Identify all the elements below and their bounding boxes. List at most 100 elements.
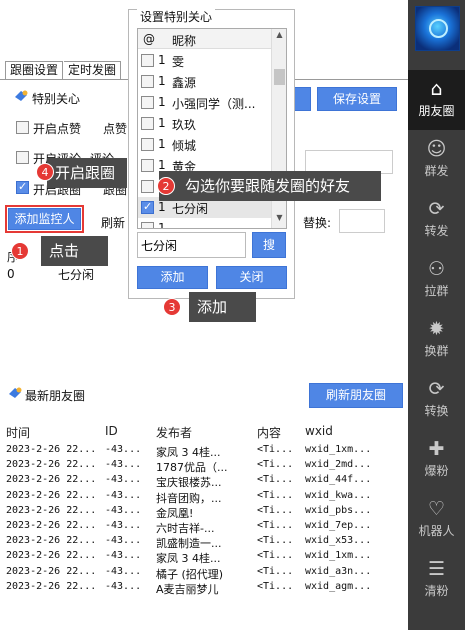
moment-content: <Ti... [257, 580, 294, 592]
moment-publisher: 宝庆银楼苏... [156, 476, 222, 490]
home-icon: ⌂ [430, 78, 443, 100]
monitor-row-index: 0 [7, 267, 15, 281]
moment-publisher: 金凤凰! [156, 506, 194, 520]
moment-wxid: wxid_agm... [305, 580, 372, 592]
friend-at-count: 1 [158, 158, 166, 172]
forward-icon: ⟳ [428, 198, 445, 220]
sidebar-item-home[interactable]: ⌂ 朋友圈 [408, 70, 465, 130]
clean-fans-icon: ☰ [427, 558, 446, 580]
enable-comment-checkbox[interactable] [16, 151, 29, 164]
friend-row[interactable]: 1 倾城 [138, 134, 272, 155]
add-monitor-button[interactable]: 添加监控人 [8, 208, 81, 230]
friend-checkbox[interactable] [141, 159, 154, 172]
sidebar-item-label: 转发 [424, 224, 449, 238]
friend-checkbox[interactable] [141, 200, 154, 214]
friend-row[interactable]: 1 [138, 218, 272, 229]
sidebar-item-forward[interactable]: ⟳ 转发 [408, 190, 465, 250]
sidebar-item-label: 机器人 [418, 524, 455, 538]
moment-time: 2023-2-26 22... [6, 504, 97, 516]
sidebar-item-pull-group[interactable]: ⚇ 拉群 [408, 250, 465, 310]
moment-wxid: wxid_1xm... [305, 550, 372, 562]
friend-checkbox[interactable] [141, 75, 154, 88]
friend-nickname: 倾城 [172, 139, 197, 153]
moment-id: -43... [105, 520, 142, 531]
col-at: @ [143, 32, 155, 46]
replace-input[interactable] [339, 209, 385, 233]
group-send-icon: ☺ [426, 138, 447, 160]
close-button[interactable]: 关闭 [216, 266, 287, 289]
friend-at-count: 1 [158, 116, 166, 130]
friend-checkbox[interactable] [141, 117, 154, 130]
scroll-up-icon[interactable]: ▲ [272, 30, 286, 44]
sidebar-item-boost-fans[interactable]: ✚ 爆粉 [408, 430, 465, 490]
scroll-thumb[interactable] [274, 69, 285, 85]
list-header: @ 昵称 [138, 29, 272, 49]
right-sidebar: ⌂ 朋友圈 ☺ 群发 ⟳ 转发 ⚇ 拉群 ✹ 换群 ⟳ 转换 ✚ 爆粉 ♡ 机器人 ☰ 清粉 [408, 0, 465, 630]
moment-publisher: 六时吉祥-... [156, 522, 215, 535]
moments-title: 最新朋友圈 [25, 389, 86, 403]
moment-content: <Ti... [257, 565, 294, 577]
sidebar-item-label: 爆粉 [424, 464, 449, 478]
moment-id: -43... [105, 489, 142, 501]
sidebar-item-label: 清粉 [424, 584, 449, 598]
callout-text: 开启跟圈 [55, 164, 116, 182]
moment-publisher: 家凤 3 4桂... [156, 552, 221, 566]
friend-at-count: 1 [158, 95, 166, 109]
enable-follow-checkbox[interactable] [16, 180, 29, 194]
special-care-title: 特别关心 [32, 92, 81, 106]
col-wxid: wxid [305, 424, 333, 438]
friend-row[interactable]: 1 鑫源 [138, 71, 272, 92]
friend-row[interactable]: 1 玖玖 [138, 113, 272, 134]
friend-row[interactable]: 1 小强同学（测... [138, 92, 272, 113]
scroll-down-icon[interactable]: ▼ [272, 213, 286, 227]
special-care-icon [13, 89, 29, 103]
friend-search-input[interactable] [137, 232, 246, 258]
friend-checkbox[interactable] [141, 222, 154, 228]
friend-checkbox[interactable] [141, 96, 154, 109]
moment-id: -43... [105, 580, 142, 592]
tab-follow-settings[interactable]: 跟圈设置 [5, 61, 64, 80]
pull-group-icon: ⚇ [427, 258, 446, 280]
refresh-moments-button[interactable]: 刷新朋友圈 [309, 383, 403, 408]
friend-checkbox[interactable] [141, 180, 154, 193]
moment-wxid: wxid_kwa... [305, 489, 372, 501]
sidebar-item-clean-fans[interactable]: ☰ 清粉 [408, 550, 465, 610]
sidebar-item-convert[interactable]: ⟳ 转换 [408, 370, 465, 430]
sidebar-item-label: 转换 [424, 404, 449, 418]
switch-group-icon: ✹ [428, 318, 445, 340]
sidebar-item-switch-group[interactable]: ✹ 换群 [408, 310, 465, 370]
refresh-label: 刷新 [101, 216, 126, 230]
moment-id: -43... [105, 565, 142, 577]
callout-badge: 1 [11, 242, 29, 260]
sidebar-item-robot[interactable]: ♡ 机器人 [408, 490, 465, 550]
save-settings-button[interactable]: 保存设置 [317, 87, 397, 111]
callout-badge: 2 [157, 177, 175, 195]
col-publisher: 发布者 [156, 426, 193, 440]
monitor-row-name[interactable]: 七分闲 [58, 266, 94, 283]
add-button[interactable]: 添加 [137, 266, 208, 289]
friend-at-count: 1 [158, 137, 166, 151]
enable-like-checkbox[interactable] [16, 121, 29, 134]
dialog-title: 设置特别关心 [137, 8, 216, 25]
moment-wxid: wxid_44f... [305, 474, 372, 486]
robot-icon: ♡ [427, 498, 446, 520]
moment-time: 2023-2-26 22... [6, 489, 97, 501]
moment-publisher: 抖音团购，... [156, 491, 222, 505]
friend-checkbox[interactable] [141, 54, 154, 67]
moment-content: <Ti... [257, 550, 294, 562]
friend-checkbox[interactable] [141, 138, 154, 151]
moment-wxid: wxid_7ep... [305, 520, 372, 531]
sidebar-item-group-send[interactable]: ☺ 群发 [408, 130, 465, 190]
moment-time: 2023-2-26 22... [6, 520, 97, 531]
tab-scheduled-post[interactable]: 定时发圈 [64, 61, 122, 80]
callout-text: 点击 [49, 242, 80, 260]
moment-time: 2023-2-26 22... [6, 535, 97, 547]
callout-text: 添加 [197, 298, 228, 316]
friend-nickname: 雯 [172, 55, 185, 69]
friend-row[interactable]: 1雯 [138, 50, 272, 71]
moment-wxid: wxid_1xm... [305, 444, 372, 455]
friend-nickname: 玖玖 [172, 118, 197, 132]
sidebar-item-label: 拉群 [424, 284, 449, 298]
search-button[interactable]: 搜 [252, 232, 286, 258]
friend-at-count: 1 [158, 221, 166, 229]
